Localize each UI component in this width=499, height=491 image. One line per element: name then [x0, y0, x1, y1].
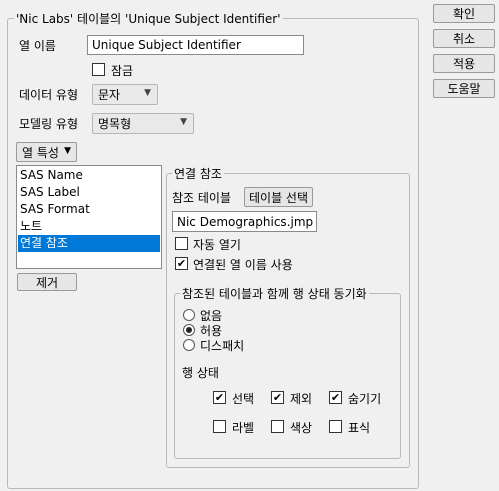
column-properties-label: 열 특성 [22, 145, 59, 160]
group-title: 'Nic Labs' 테이블의 'Unique Subject Identifi… [14, 10, 283, 27]
property-list-item[interactable]: 노트 [18, 218, 160, 235]
property-list-item[interactable]: SAS Format [18, 201, 160, 218]
row-state-label: 숨기기 [348, 392, 382, 406]
column-name-label: 열 이름 [19, 39, 56, 53]
row-state-label: 색상 [290, 421, 313, 435]
data-type-value: 문자 [98, 88, 121, 102]
apply-button[interactable]: 적용 [433, 54, 495, 73]
lock-label: 잠금 [111, 64, 134, 78]
row-state-label: 표식 [348, 421, 371, 435]
sync-group-title: 참조된 테이블과 함께 행 상태 동기화 [180, 285, 369, 302]
sync-option-label: 디스패치 [200, 339, 245, 353]
row-state-label: 선택 [232, 392, 255, 406]
row-state-checkbox[interactable] [329, 420, 342, 433]
reference-table-label: 참조 테이블 [172, 191, 232, 205]
modeling-type-select[interactable]: 명목형 ▼ [92, 113, 194, 134]
column-properties-button[interactable]: 열 특성 ▼ [16, 142, 77, 162]
auto-open-label: 자동 열기 [193, 238, 241, 252]
modeling-type-value: 명목형 [98, 117, 132, 131]
chevron-down-icon: ▼ [144, 88, 151, 98]
row-state-label: 제외 [290, 392, 313, 406]
checkmark-icon: ✔ [330, 391, 341, 404]
data-type-label: 데이터 유형 [19, 88, 79, 102]
sync-option-radio[interactable] [183, 309, 195, 321]
checkmark-icon: ✔ [272, 391, 283, 404]
select-table-button[interactable]: 테이블 선택 [244, 187, 313, 207]
use-linked-names-label: 연결된 열 이름 사용 [193, 258, 293, 272]
help-button[interactable]: 도움말 [433, 79, 495, 98]
caret-down-icon: ▼ [64, 146, 71, 156]
checkmark-icon: ✔ [176, 257, 187, 270]
property-list-item[interactable]: 연결 참조 [18, 235, 160, 252]
modeling-type-label: 모델링 유형 [19, 117, 79, 131]
sync-option-radio[interactable] [183, 324, 195, 336]
lock-checkbox[interactable] [92, 63, 105, 76]
ok-button[interactable]: 확인 [433, 4, 495, 23]
property-list-item[interactable]: SAS Label [18, 184, 160, 201]
row-state-checkbox[interactable]: ✔ [213, 391, 226, 404]
row-state-checkbox[interactable]: ✔ [271, 391, 284, 404]
auto-open-checkbox[interactable] [175, 237, 188, 250]
row-state-checkbox[interactable] [213, 420, 226, 433]
row-state-checkbox[interactable] [271, 420, 284, 433]
sync-option-radio[interactable] [183, 339, 195, 351]
property-list-item[interactable]: SAS Name [18, 167, 160, 184]
checkmark-icon: ✔ [214, 391, 225, 404]
link-reference-title: 연결 참조 [172, 165, 224, 182]
column-name-field[interactable]: Unique Subject Identifier [87, 35, 304, 55]
row-state-label: 라벨 [232, 421, 255, 435]
cancel-button[interactable]: 취소 [433, 29, 495, 48]
properties-list[interactable]: SAS Name SAS Label SAS Format 노트 연결 참조 [16, 165, 162, 269]
remove-button[interactable]: 제거 [17, 273, 77, 291]
data-type-select[interactable]: 문자 ▼ [92, 84, 158, 105]
row-states-label: 행 상태 [182, 366, 219, 380]
chevron-down-icon: ▼ [180, 117, 187, 127]
row-state-checkbox[interactable]: ✔ [329, 391, 342, 404]
reference-table-field[interactable]: Nic Demographics.jmp [172, 211, 317, 232]
use-linked-names-checkbox[interactable]: ✔ [175, 257, 188, 270]
